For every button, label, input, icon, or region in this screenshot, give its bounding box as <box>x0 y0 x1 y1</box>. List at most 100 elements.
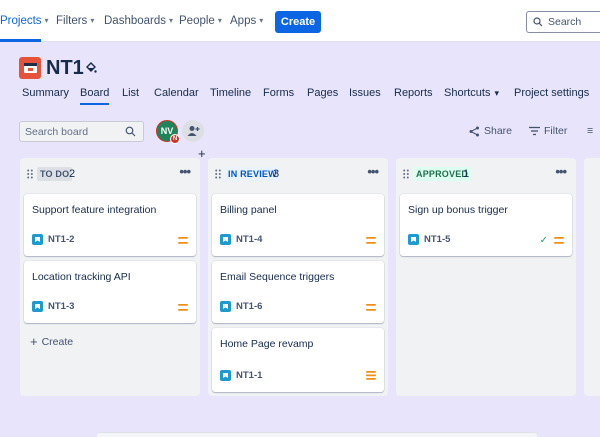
tab-shortcuts-label: Shortcuts <box>444 87 491 99</box>
avatar[interactable]: NV N <box>156 120 180 144</box>
add-person-icon <box>187 126 199 136</box>
column-count: 3 <box>273 168 280 180</box>
nav-filters-label: Filters <box>56 14 88 27</box>
board-search-placeholder: Search board <box>25 125 89 138</box>
column-label: TO DO <box>37 167 73 181</box>
tab-calendar[interactable]: Calendar <box>154 87 199 99</box>
create-issue-label: Create <box>41 335 74 348</box>
more-options-icon[interactable]: ••• <box>179 164 191 179</box>
tab-reports[interactable]: Reports <box>394 87 433 99</box>
drag-handle-icon[interactable] <box>27 169 33 179</box>
priority-medium-icon <box>178 304 188 311</box>
card-key[interactable]: NT1-2 <box>48 234 74 245</box>
nav-people-label: People <box>179 14 215 27</box>
share-button[interactable]: Share <box>469 125 512 137</box>
more-options-icon[interactable]: ••• <box>555 164 567 179</box>
column-count: 1 <box>463 168 470 180</box>
project-tabs: Summary Board List Calendar Timeline For… <box>0 87 600 107</box>
column-count: 2 <box>69 168 76 180</box>
share-label: Share <box>484 125 513 137</box>
card-title: Email Sequence triggers <box>220 271 335 283</box>
done-check-icon: ✓ <box>539 235 548 246</box>
story-icon <box>408 234 419 245</box>
tab-board[interactable]: Board <box>80 87 110 105</box>
nav-dashboards[interactable]: Dashboards ▾ <box>104 0 173 42</box>
issue-card[interactable]: Support feature integration NT1-2 <box>24 194 196 256</box>
card-title: Sign up bonus trigger <box>408 204 508 216</box>
card-title: Home Page revamp <box>220 338 314 350</box>
card-title: Support feature integration <box>32 204 157 216</box>
bottom-panel-edge <box>97 432 537 437</box>
story-icon <box>220 370 231 381</box>
nav-apps-label: Apps <box>230 14 257 27</box>
global-search-input[interactable]: Search <box>526 11 600 33</box>
priority-medium-icon <box>178 237 188 244</box>
tab-project-settings[interactable]: Project settings <box>514 87 589 99</box>
tab-summary[interactable]: Summary <box>22 87 69 99</box>
column-header: TO DO 2 ••• <box>20 164 200 182</box>
priority-medium-icon <box>366 237 376 244</box>
top-navigation: Projects ▾ Filters ▾ Dashboards ▾ People… <box>0 0 600 42</box>
avatar-badge: N <box>170 134 180 144</box>
search-icon <box>125 126 136 137</box>
column-label: IN REVIEW <box>225 167 280 181</box>
issue-card[interactable]: Email Sequence triggers NT1-6 <box>212 261 384 323</box>
filter-button[interactable]: Filter <box>529 125 567 137</box>
card-key[interactable]: NT1-4 <box>236 234 262 245</box>
story-icon <box>220 301 231 312</box>
card-key[interactable]: NT1-5 <box>424 234 450 245</box>
tab-forms[interactable]: Forms <box>263 87 294 99</box>
chevron-down-icon: ▾ <box>259 16 264 25</box>
issue-card[interactable]: Billing panel NT1-4 <box>212 194 384 256</box>
filter-label: Filter <box>544 125 568 137</box>
nav-dashboards-label: Dashboards <box>104 14 167 27</box>
tab-timeline[interactable]: Timeline <box>210 87 251 99</box>
board-search-input[interactable]: Search board <box>19 121 144 142</box>
create-issue-button[interactable]: + Create <box>30 334 73 349</box>
project-title: NT1 <box>46 57 84 79</box>
story-icon <box>32 234 43 245</box>
nav-people[interactable]: People ▾ <box>179 0 222 42</box>
share-icon <box>469 126 479 136</box>
column-header: IN REVIEW 3 ••• <box>208 164 388 182</box>
card-key[interactable]: NT1-6 <box>236 301 262 312</box>
add-people-button[interactable] <box>182 120 204 142</box>
priority-medium-icon <box>366 304 376 311</box>
drag-handle-icon[interactable] <box>215 169 221 179</box>
view-settings-button[interactable]: ≡ <box>587 125 593 137</box>
tab-list[interactable]: List <box>122 87 139 99</box>
column-header: APPROVED 1 ••• <box>396 164 576 182</box>
story-icon <box>32 301 43 312</box>
issue-card[interactable]: Sign up bonus trigger NT1-5 ✓ <box>400 194 572 256</box>
issue-card[interactable]: Location tracking API NT1-3 <box>24 261 196 323</box>
paint-bucket-icon[interactable] <box>84 61 97 74</box>
priority-medium-icon <box>554 237 564 244</box>
nav-apps[interactable]: Apps ▾ <box>230 0 263 42</box>
nav-filters[interactable]: Filters ▾ <box>56 0 94 42</box>
global-search-placeholder: Search <box>548 16 582 28</box>
tab-pages[interactable]: Pages <box>307 87 338 99</box>
issue-card[interactable]: Home Page revamp NT1-1 <box>212 328 384 392</box>
card-title: Location tracking API <box>32 271 131 283</box>
chevron-down-icon: ▾ <box>169 16 174 25</box>
card-key[interactable]: NT1-3 <box>48 301 74 312</box>
story-icon <box>220 234 231 245</box>
nav-projects[interactable]: Projects ▾ <box>0 0 49 42</box>
card-title: Billing panel <box>220 204 277 216</box>
card-key[interactable]: NT1-1 <box>236 370 262 381</box>
chevron-down-icon: ▾ <box>44 16 49 25</box>
more-options-icon[interactable]: ••• <box>367 164 379 179</box>
chevron-down-icon: ▾ <box>90 16 95 25</box>
tab-issues[interactable]: Issues <box>349 87 381 99</box>
chevron-down-icon: ▾ <box>217 16 222 25</box>
nav-projects-label: Projects <box>0 14 42 27</box>
create-button[interactable]: Create <box>275 11 321 33</box>
priority-medium-icon <box>366 371 376 380</box>
search-icon <box>533 17 543 27</box>
tab-shortcuts[interactable]: Shortcuts ▾ <box>444 87 499 99</box>
plus-icon: + <box>30 334 38 349</box>
filter-icon <box>529 126 540 136</box>
drag-handle-icon[interactable] <box>403 169 409 179</box>
project-logo-icon <box>19 57 41 79</box>
column-partial <box>584 158 600 396</box>
